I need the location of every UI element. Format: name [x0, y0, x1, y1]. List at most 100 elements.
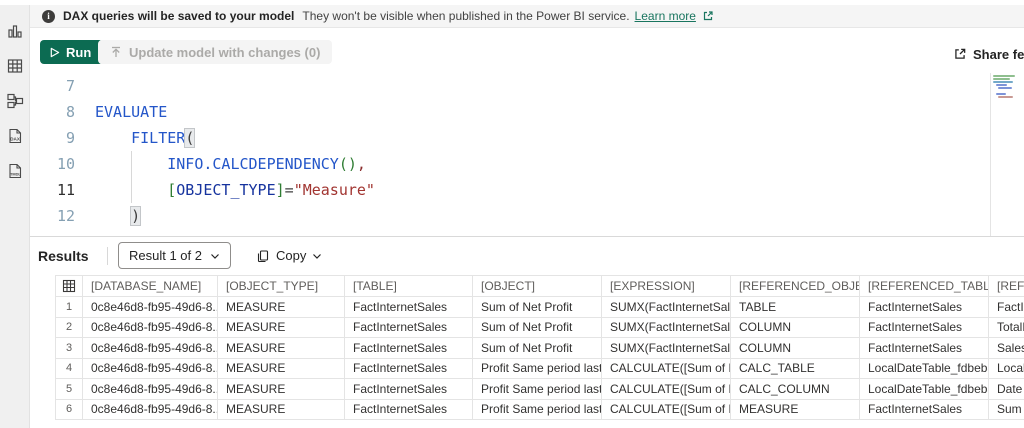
editor-minimap[interactable]: [993, 75, 1021, 195]
minimap-line: [998, 96, 1013, 98]
table-cell[interactable]: MEASURE: [218, 318, 345, 339]
table-cell[interactable]: FactInternetSales: [860, 338, 989, 359]
editor-panel-divider: [990, 73, 991, 236]
table-cell[interactable]: LocalDa: [989, 359, 1024, 380]
table-cell[interactable]: CALCULATE([Sum of Ne...: [602, 400, 731, 421]
table-cell[interactable]: FactInternetSales: [345, 318, 473, 339]
table-cell[interactable]: FactInternetSales: [860, 297, 989, 318]
run-button[interactable]: Run: [40, 40, 103, 64]
external-link-icon: [702, 10, 714, 22]
result-selector-label: Result 1 of 2: [129, 248, 202, 263]
table-cell[interactable]: FactInternetSales: [860, 400, 989, 421]
code-line[interactable]: 11 [OBJECT_TYPE]="Measure": [30, 177, 1024, 203]
table-cell[interactable]: FactInternetSales: [860, 318, 989, 339]
table-cell[interactable]: Profit Same period last ...: [473, 400, 602, 421]
table-cell[interactable]: Date: [989, 379, 1024, 400]
table-cell[interactable]: 0c8e46d8-fb95-49d6-8...: [83, 318, 218, 339]
share-feedback-label: Share feedback: [973, 47, 1024, 62]
table-cell[interactable]: Sum of Net Profit: [473, 297, 602, 318]
update-model-button[interactable]: Update model with changes (0): [98, 40, 332, 64]
row-number: 4: [55, 359, 83, 380]
code-text: [OBJECT_TYPE]="Measure": [75, 177, 375, 203]
table-cell[interactable]: FactInternetSales: [345, 359, 473, 380]
code-line[interactable]: 10 INFO.CALCDEPENDENCY(),: [30, 151, 1024, 177]
table-cell[interactable]: Sum of Net Profit: [473, 338, 602, 359]
minimap-line: [993, 78, 1010, 80]
line-number: 10: [30, 151, 75, 177]
table-cell[interactable]: TABLE: [731, 297, 860, 318]
svg-text:TMDL: TMDL: [10, 172, 21, 177]
code-text: INFO.CALCDEPENDENCY(),: [75, 151, 366, 177]
table-cell[interactable]: Sum of: [989, 400, 1024, 421]
table-cell[interactable]: MEASURE: [218, 400, 345, 421]
table-cell[interactable]: CALCULATE([Sum of Ne...: [602, 379, 731, 400]
table-cell[interactable]: COLUMN: [731, 318, 860, 339]
code-text: [75, 73, 95, 99]
table-cell[interactable]: TotalPr: [989, 318, 1024, 339]
table-cell[interactable]: COLUMN: [731, 338, 860, 359]
table-cell[interactable]: MEASURE: [218, 379, 345, 400]
dax-code-editor[interactable]: 78EVALUATE9 FILTER(10 INFO.CALCDEPENDENC…: [30, 73, 1024, 236]
table-cell[interactable]: LocalDateTable_fdbeb3...: [860, 359, 989, 380]
table-grid-icon: [6, 57, 24, 75]
code-line[interactable]: 9 FILTER(: [30, 125, 1024, 151]
table-cell[interactable]: CALCULATE([Sum of Ne...: [602, 359, 731, 380]
line-number: 8: [30, 99, 75, 125]
column-header: [OBJECT]: [473, 275, 602, 297]
share-feedback-button[interactable]: Share feedback: [953, 43, 1024, 65]
column-header: [REFERENCED_OBJECT]: [989, 275, 1024, 297]
row-number: 2: [55, 318, 83, 339]
banner-title: DAX queries will be saved to your model: [63, 9, 294, 23]
query-toolbar: Run Update model with changes (0) Share …: [30, 28, 1024, 73]
table-cell[interactable]: SUMX(FactInternetSales,...: [602, 297, 731, 318]
code-line[interactable]: 12 ): [30, 203, 1024, 229]
sidebar-item-dax-query-view[interactable]: DAX: [5, 126, 25, 146]
code-line[interactable]: 13: [30, 229, 1024, 236]
sidebar-item-model-view[interactable]: [5, 91, 25, 111]
copy-icon: [256, 249, 270, 263]
result-selector-dropdown[interactable]: Result 1 of 2: [118, 242, 231, 269]
table-cell[interactable]: FactInternetSales: [345, 297, 473, 318]
results-table: [DATABASE_NAME][OBJECT_TYPE][TABLE][OBJE…: [55, 275, 1024, 420]
table-cell[interactable]: MEASURE: [218, 297, 345, 318]
table-cell[interactable]: FactInternetSales: [345, 400, 473, 421]
table-cell[interactable]: MEASURE: [731, 400, 860, 421]
code-line[interactable]: 7: [30, 73, 1024, 99]
table-cell[interactable]: MEASURE: [218, 359, 345, 380]
table-cell[interactable]: 0c8e46d8-fb95-49d6-8...: [83, 400, 218, 421]
table-cell[interactable]: LocalDateTable_fdbeb3...: [860, 379, 989, 400]
copy-button[interactable]: Copy: [248, 242, 330, 269]
table-cell[interactable]: Sum of Net Profit: [473, 318, 602, 339]
table-cell[interactable]: Profit Same period last ...: [473, 359, 602, 380]
sidebar-item-tmdl-view[interactable]: TMDL: [5, 161, 25, 181]
learn-more-link[interactable]: Learn more: [635, 9, 696, 23]
code-line[interactable]: 8EVALUATE: [30, 99, 1024, 125]
column-header: [REFERENCED_OBJECT_...: [731, 275, 860, 297]
table-cell[interactable]: Profit Same period last ...: [473, 379, 602, 400]
table-cell[interactable]: SalesAm: [989, 338, 1024, 359]
sidebar-item-table-view[interactable]: [5, 56, 25, 76]
dax-file-icon: DAX: [6, 127, 24, 145]
table-cell[interactable]: SUMX(FactInternetSales,...: [602, 338, 731, 359]
line-number: 12: [30, 203, 75, 229]
table-cell[interactable]: FactInternetSales: [989, 297, 1024, 318]
banner-subtitle: They won't be visible when published in …: [302, 9, 629, 23]
row-number: 1: [55, 297, 83, 318]
sidebar-item-report-view[interactable]: [5, 21, 25, 41]
tmdl-file-icon: TMDL: [6, 162, 24, 180]
code-text: FILTER(: [75, 125, 194, 151]
table-cell[interactable]: 0c8e46d8-fb95-49d6-8...: [83, 297, 218, 318]
table-cell[interactable]: CALC_COLUMN: [731, 379, 860, 400]
column-header: [OBJECT_TYPE]: [218, 275, 345, 297]
table-cell[interactable]: MEASURE: [218, 338, 345, 359]
table-cell[interactable]: 0c8e46d8-fb95-49d6-8...: [83, 359, 218, 380]
table-cell[interactable]: FactInternetSales: [345, 379, 473, 400]
column-header: [DATABASE_NAME]: [83, 275, 218, 297]
table-cell[interactable]: SUMX(FactInternetSales,...: [602, 318, 731, 339]
table-cell[interactable]: 0c8e46d8-fb95-49d6-8...: [83, 338, 218, 359]
minimap-line: [996, 93, 1006, 95]
table-cell[interactable]: FactInternetSales: [345, 338, 473, 359]
table-cell[interactable]: CALC_TABLE: [731, 359, 860, 380]
table-cell[interactable]: 0c8e46d8-fb95-49d6-8...: [83, 379, 218, 400]
notification-banner: i DAX queries will be saved to your mode…: [30, 5, 1024, 28]
